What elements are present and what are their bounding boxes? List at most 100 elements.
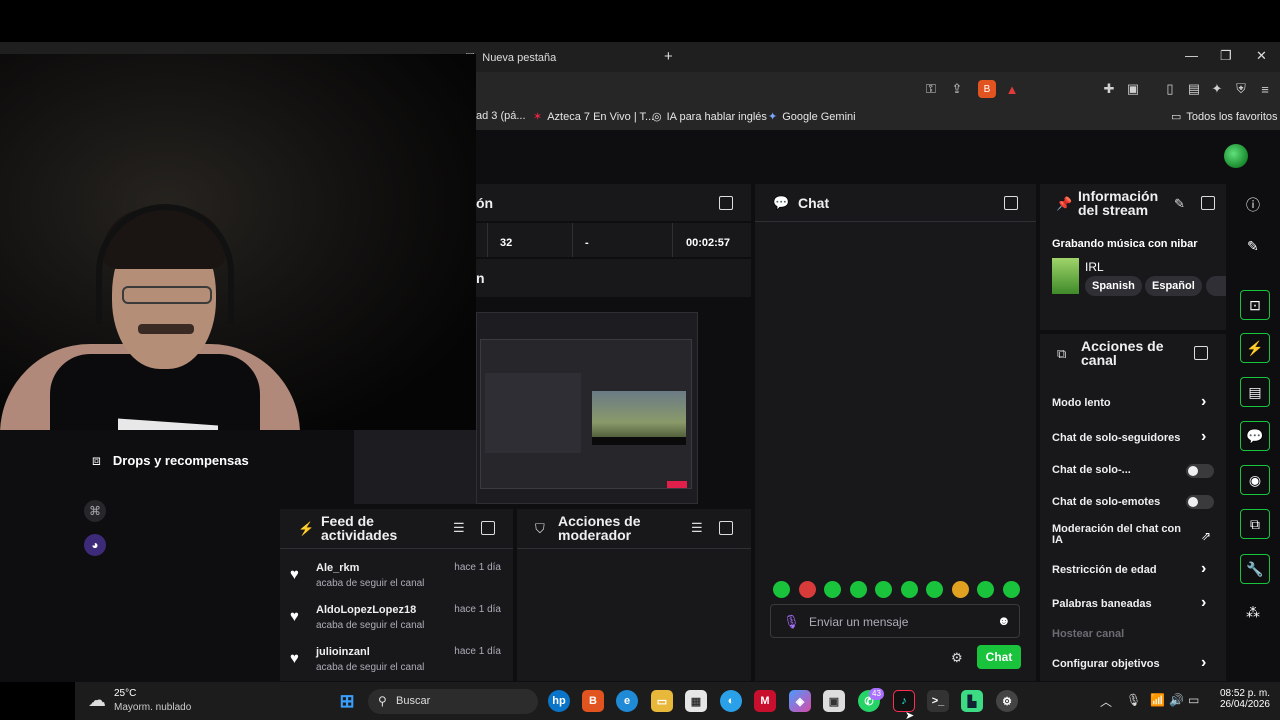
weather-widget[interactable]: ☁ 25°C Mayorm. nublado xyxy=(88,688,198,716)
share-icon[interactable]: ⇪ xyxy=(948,80,966,98)
windows-start-icon[interactable]: ⊞ xyxy=(336,690,358,712)
popout-icon[interactable] xyxy=(1004,196,1018,210)
emote-only-toggle[interactable] xyxy=(1186,495,1214,509)
filter-icon[interactable]: ☰ xyxy=(691,520,703,536)
list-item[interactable]: ♥ julioinzanl acaba de seguir el canal h… xyxy=(290,646,505,686)
leo-ai-icon[interactable]: ✦ xyxy=(1208,80,1226,98)
sidebar-icon[interactable]: ▯ xyxy=(1161,80,1179,98)
external-link-icon[interactable]: ⇗ xyxy=(1201,529,1211,543)
emote-icon[interactable] xyxy=(798,581,816,598)
new-tab-button[interactable]: + xyxy=(664,48,673,65)
media-icon[interactable]: ▣ xyxy=(1124,80,1142,98)
minimize-icon[interactable]: — xyxy=(1185,48,1198,63)
rail-wrench-button[interactable]: 🔧 xyxy=(1240,554,1270,584)
rail-actions-button[interactable]: ⧉ xyxy=(1240,509,1270,539)
battery-icon[interactable]: ▭ xyxy=(1188,693,1199,707)
chevron-right-icon[interactable]: › xyxy=(1201,428,1206,446)
popout-icon[interactable] xyxy=(719,196,733,210)
emoji-icon[interactable]: ☻ xyxy=(997,613,1011,628)
action-age-restriction[interactable]: Restricción de edad xyxy=(1052,564,1220,576)
emote-icon[interactable] xyxy=(849,581,867,598)
action-followers-only[interactable]: Chat de solo-seguidores xyxy=(1052,432,1220,444)
tray-chevron-icon[interactable]: ︿ xyxy=(1100,693,1112,710)
rail-document-button[interactable]: ▤ xyxy=(1240,377,1270,407)
emote-icon[interactable] xyxy=(824,581,841,598)
emote-icon[interactable] xyxy=(773,581,790,598)
action-ai-moderation[interactable]: Moderación del chat con IA xyxy=(1052,524,1182,546)
tag-chip[interactable]: Español xyxy=(1145,276,1202,296)
rail-lightning-button[interactable]: ⚡ xyxy=(1240,333,1270,363)
list-item[interactable]: ♥ AldoLopezLopez18 acaba de seguir el ca… xyxy=(290,604,505,644)
extensions-icon[interactable]: ✚ xyxy=(1100,80,1118,98)
photos-icon[interactable]: ▦ xyxy=(685,690,707,712)
terminal-icon[interactable]: >_ xyxy=(927,690,949,712)
chat-input[interactable]: 🎙 Enviar un mensaje ☻ xyxy=(770,604,1020,638)
close-icon[interactable]: ✕ xyxy=(1256,48,1267,64)
hp-icon[interactable]: hp xyxy=(548,690,570,712)
emote-icon[interactable] xyxy=(1002,581,1020,598)
subs-only-toggle[interactable] xyxy=(1186,464,1214,478)
popout-icon[interactable] xyxy=(719,521,733,535)
rail-chat-button[interactable]: 💬 xyxy=(1240,421,1270,451)
store-icon[interactable]: ▣ xyxy=(823,690,845,712)
edit-icon[interactable]: ✎ xyxy=(1174,196,1185,212)
chevron-right-icon[interactable]: › xyxy=(1201,654,1206,672)
key-icon[interactable]: ⚿ xyxy=(922,80,940,98)
rail-clip-button[interactable]: ⊡ xyxy=(1240,290,1270,320)
bookmark-item[interactable]: ◎ IA para hablar inglés xyxy=(652,110,767,124)
action-slow-mode[interactable]: Modo lento xyxy=(1052,397,1220,409)
taskbar-search[interactable]: ⚲ Buscar xyxy=(368,689,538,714)
action-banned-words[interactable]: Palabras baneadas xyxy=(1052,598,1220,610)
android-studio-icon[interactable]: ▙ xyxy=(961,690,983,712)
brave-icon[interactable]: B xyxy=(582,690,604,712)
gear-icon[interactable]: ⚙ xyxy=(951,650,963,666)
microphone-tray-icon[interactable]: 🎙 xyxy=(1126,693,1141,707)
popout-icon[interactable] xyxy=(481,521,495,535)
action-host-channel[interactable]: Hostear canal xyxy=(1052,628,1220,640)
category-name[interactable]: IRL xyxy=(1085,260,1104,274)
edge-icon[interactable]: e xyxy=(616,690,638,712)
mcafee-icon[interactable]: M xyxy=(754,690,776,712)
wifi-icon[interactable]: 📶 xyxy=(1150,693,1165,707)
list-item[interactable]: ♥ Ale_rkm acaba de seguir el canal hace … xyxy=(290,562,505,602)
edit-rail-icon[interactable]: ✎ xyxy=(1247,238,1259,255)
popout-icon[interactable] xyxy=(1194,346,1208,360)
rail-more-icon[interactable]: ⁂ xyxy=(1246,604,1260,621)
bookmark-item[interactable]: ad 3 (pá... xyxy=(476,110,526,122)
tag-chip[interactable]: Spanish xyxy=(1085,276,1142,296)
bookmark-item[interactable]: ✦ Google Gemini xyxy=(768,110,856,124)
emote-icon[interactable] xyxy=(977,581,994,598)
copilot-icon[interactable]: ◈ xyxy=(789,690,811,712)
info-icon[interactable]: ⓘ xyxy=(1246,195,1260,215)
emote-icon[interactable] xyxy=(900,581,918,598)
extensions-nav-icon[interactable]: ⌘ xyxy=(84,500,106,522)
emote-icon[interactable] xyxy=(926,581,943,598)
action-set-goals[interactable]: Configurar objetivos xyxy=(1052,658,1220,670)
all-bookmarks-button[interactable]: ▭ Todos los favoritos xyxy=(1171,110,1278,124)
brave-shield-icon[interactable]: B xyxy=(978,80,996,98)
maximize-icon[interactable]: ❐ xyxy=(1220,48,1232,64)
bot-nav-icon[interactable]: ◕ xyxy=(84,534,106,556)
brave-rewards-icon[interactable]: ▲ xyxy=(1003,80,1021,98)
stream-preview[interactable] xyxy=(476,312,698,504)
wallet-icon[interactable]: ▤ xyxy=(1185,80,1203,98)
popout-icon[interactable] xyxy=(1201,196,1215,210)
chevron-right-icon[interactable]: › xyxy=(1201,594,1206,612)
tag-chip-overflow[interactable] xyxy=(1206,276,1226,296)
emote-icon[interactable] xyxy=(875,581,892,598)
clock[interactable]: 08:52 p. m. 26/04/2026 xyxy=(1210,688,1270,710)
volume-icon[interactable]: 🔊 xyxy=(1169,693,1184,707)
chevron-right-icon[interactable]: › xyxy=(1201,560,1206,578)
chevron-right-icon[interactable]: › xyxy=(1201,393,1206,411)
avatar[interactable] xyxy=(1224,144,1248,168)
chat-send-button[interactable]: Chat xyxy=(977,645,1021,669)
file-explorer-icon[interactable]: ▭ xyxy=(651,690,673,712)
browser-tab[interactable]: ⛉ Nueva pestaña xyxy=(466,46,656,70)
vpn-icon[interactable]: ⛨ xyxy=(1232,80,1250,98)
emote-icon[interactable] xyxy=(951,581,969,598)
rail-broadcast-button[interactable]: ◉ xyxy=(1240,465,1270,495)
bookmark-item[interactable]: ✶ Azteca 7 En Vivo | T... xyxy=(533,110,654,124)
app-icon[interactable]: ◐ xyxy=(720,690,742,712)
menu-icon[interactable]: ≡ xyxy=(1256,80,1274,98)
settings-icon[interactable]: ⚙ xyxy=(996,690,1018,712)
